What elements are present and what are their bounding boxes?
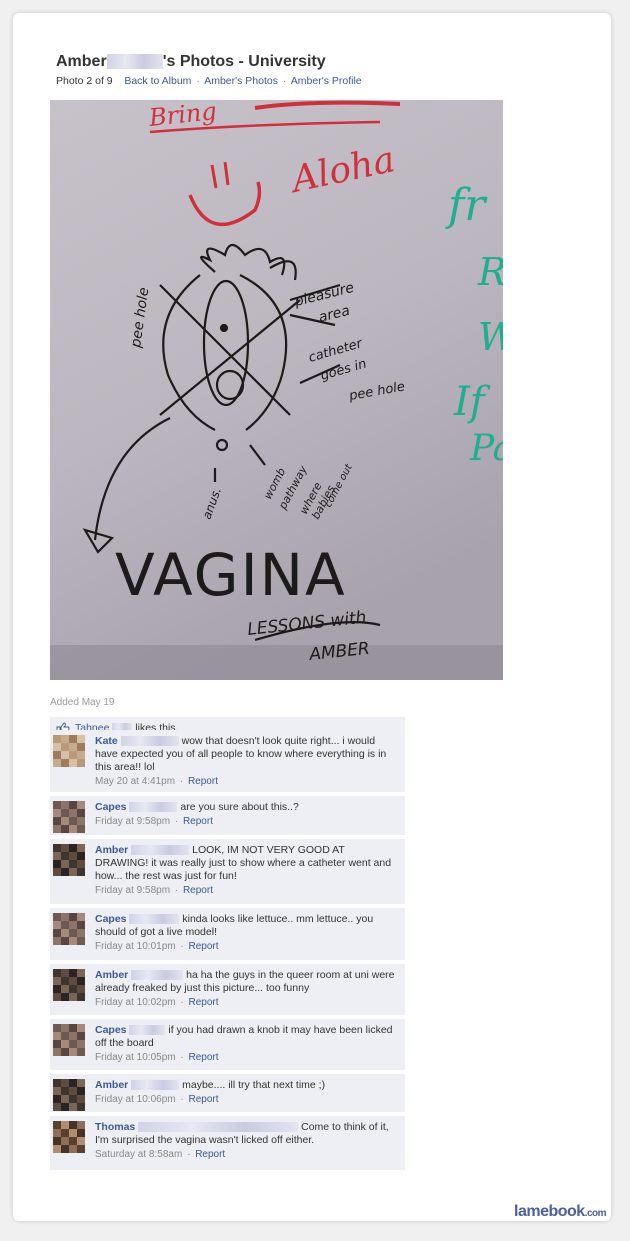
separator-dot: · (180, 941, 184, 952)
commenter-name-link[interactable]: Kate (95, 735, 118, 747)
comment-time: Friday at 9:58pm (95, 816, 171, 827)
owner-first-name: Amber (56, 53, 107, 70)
separator-dot: · (180, 997, 184, 1008)
comment: Kate wow that doesn't look quite right..… (50, 730, 405, 792)
ambers-photos-link[interactable]: Amber's Photos (204, 75, 278, 87)
separator-dot: · (187, 1149, 191, 1160)
report-link[interactable]: Report (189, 941, 219, 952)
separator-dot: · (282, 75, 287, 87)
comment-body: Amber LOOK, IM NOT VERY GOOD AT DRAWING!… (95, 844, 400, 897)
comment: Amber LOOK, IM NOT VERY GOOD AT DRAWING!… (50, 839, 405, 904)
green-text: R (477, 250, 503, 294)
redacted-surname (131, 970, 184, 981)
page-title: Amber 's Photos - University (56, 53, 326, 71)
comment-time: May 20 at 4:41pm (95, 776, 176, 787)
comment-time: Friday at 9:58pm (95, 885, 171, 896)
photo-page: Amber 's Photos - University Photo 2 of 9… (13, 13, 611, 1221)
avatar[interactable] (53, 1121, 85, 1153)
commenter-name-link[interactable]: Capes (95, 913, 127, 925)
comment: Thomas Come to think of it, I'm surprise… (50, 1116, 405, 1170)
report-link[interactable]: Report (189, 997, 219, 1008)
commenter-name-link[interactable]: Capes (95, 1024, 127, 1036)
comment-meta: Friday at 10:02pm · Report (95, 996, 400, 1009)
report-link[interactable]: Report (183, 816, 213, 827)
back-to-album-link[interactable]: Back to Album (124, 75, 191, 87)
avatar[interactable] (53, 844, 85, 876)
photo-position: Photo 2 of 9 (56, 75, 113, 87)
commenter-name-link[interactable]: Amber (95, 969, 128, 981)
report-link[interactable]: Report (183, 885, 213, 896)
redacted-surname (129, 914, 180, 925)
comment-meta: Friday at 10:06pm · Report (95, 1093, 400, 1106)
comment-body: Capes kinda looks like lettuce.. mm lett… (95, 913, 400, 953)
report-link[interactable]: Report (195, 1149, 225, 1160)
comment: Capes if you had drawn a knob it may hav… (50, 1019, 405, 1070)
comment-meta: Friday at 10:05pm · Report (95, 1051, 400, 1064)
separator-dot: · (180, 1094, 184, 1105)
separator-dot: · (174, 816, 179, 827)
photo-nav: Photo 2 of 9 Back to Album · Amber's Pho… (56, 75, 362, 87)
separator-dot: · (196, 75, 200, 87)
commenter-name-link[interactable]: Amber (95, 844, 128, 856)
avatar[interactable] (53, 1079, 85, 1111)
avatar[interactable] (53, 913, 85, 945)
green-text: W (478, 315, 503, 359)
redacted-surname (131, 1080, 180, 1091)
redacted-surname (106, 54, 163, 70)
separator-dot: · (174, 885, 179, 896)
comment-body: Amber maybe.... ill try that next time ;… (95, 1079, 400, 1106)
comment-body: Kate wow that doesn't look quite right..… (95, 735, 400, 788)
redacted-surname (138, 1122, 299, 1133)
comment-meta: Friday at 10:01pm · Report (95, 940, 400, 953)
whiteboard-photo[interactable]: Bring Aloha fr R W If Pa (50, 100, 503, 680)
comment-body: Capes are you sure about this..? Friday a… (95, 801, 400, 828)
comment-time: Friday at 10:05pm (95, 1052, 176, 1063)
pee-hole (219, 323, 229, 333)
report-link[interactable]: Report (188, 776, 218, 787)
comment: Amber maybe.... ill try that next time ;… (50, 1074, 405, 1112)
board-ledge (50, 645, 503, 680)
ambers-profile-link[interactable]: Amber's Profile (291, 75, 362, 87)
added-date: Added May 19 (50, 697, 115, 708)
brand-name: lamebook (514, 1203, 585, 1220)
comment-body: Thomas Come to think of it, I'm surprise… (95, 1121, 400, 1161)
redacted-surname (129, 1025, 166, 1036)
comment-meta: Saturday at 8:58am · Report (95, 1148, 400, 1161)
avatar[interactable] (53, 1024, 85, 1056)
report-link[interactable]: Report (189, 1052, 219, 1063)
avatar[interactable] (53, 801, 85, 833)
redacted-surname (120, 736, 179, 747)
commenter-name-link[interactable]: Capes (95, 801, 127, 813)
green-text: fr (445, 180, 488, 231)
comment-time: Friday at 10:06pm (95, 1094, 176, 1105)
report-link[interactable]: Report (189, 1094, 219, 1105)
redacted-surname (129, 802, 178, 813)
comment-text: maybe.... ill try that next time ;) (182, 1079, 326, 1091)
comment-time: Friday at 10:01pm (95, 941, 176, 952)
commenter-name-link[interactable]: Amber (95, 1079, 128, 1091)
comment-time: Friday at 10:02pm (95, 997, 176, 1008)
comment-meta: May 20 at 4:41pm · Report (95, 775, 400, 788)
redacted-surname (131, 845, 190, 856)
commenter-name-link[interactable]: Thomas (95, 1121, 135, 1133)
comment: Amber ha ha the guys in the queer room a… (50, 964, 405, 1015)
separator-dot: · (179, 776, 184, 787)
avatar[interactable] (53, 735, 85, 767)
comment-meta: Friday at 9:58pm · Report (95, 815, 400, 828)
lamebook-logo: lamebook.com (514, 1203, 607, 1221)
comment-body: Amber ha ha the guys in the queer room a… (95, 969, 400, 1009)
comment-text: are you sure about this..? (180, 801, 299, 813)
label-vagina: VAGINA (115, 541, 347, 609)
green-text: Pa (469, 428, 503, 469)
comment-time: Saturday at 8:58am (95, 1149, 183, 1160)
comment: Capes are you sure about this..? Friday a… (50, 796, 405, 835)
brand-suffix: .com (584, 1208, 607, 1219)
album-title: 's Photos - University (162, 53, 326, 70)
comment: Capes kinda looks like lettuce.. mm lett… (50, 908, 405, 960)
comment-body: Capes if you had drawn a knob it may hav… (95, 1024, 400, 1064)
separator-dot: · (180, 1052, 184, 1063)
avatar[interactable] (53, 969, 85, 1001)
comment-meta: Friday at 9:58pm · Report (95, 884, 400, 897)
